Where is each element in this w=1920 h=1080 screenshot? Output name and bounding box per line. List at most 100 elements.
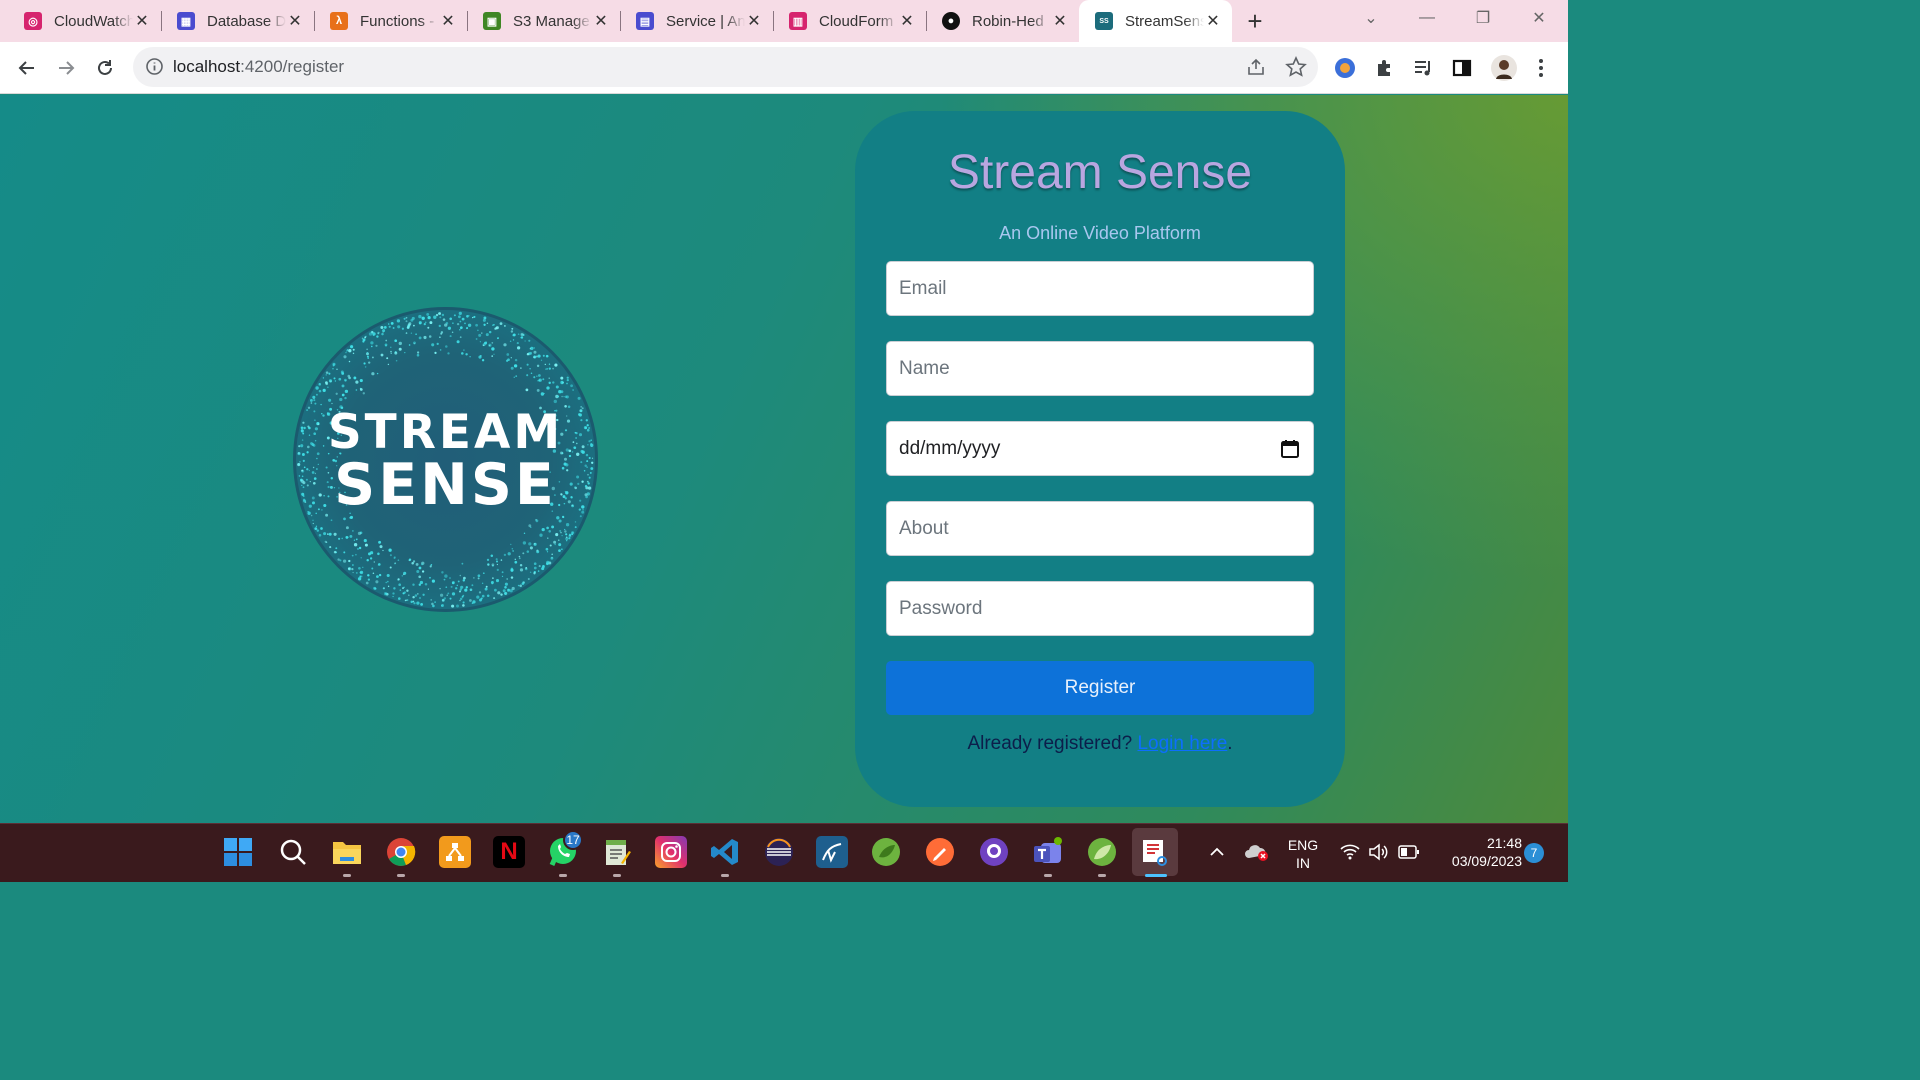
tab-service[interactable]: ▤ Service | An ✕ — [620, 0, 773, 42]
running-indicator — [721, 874, 729, 877]
side-panel-icon[interactable] — [1444, 50, 1480, 86]
running-indicator — [343, 874, 351, 877]
tab-s3[interactable]: ▣ S3 Manage ✕ — [467, 0, 620, 42]
window-close-icon[interactable]: ✕ — [1511, 0, 1567, 36]
tab-title: Database D — [207, 12, 286, 30]
tab-title: S3 Manage — [513, 12, 590, 30]
search-icon[interactable] — [277, 836, 309, 868]
register-button[interactable]: Register — [886, 661, 1314, 715]
spring-boot-icon[interactable] — [1086, 836, 1118, 868]
active-indicator — [1145, 874, 1167, 877]
password-field[interactable] — [886, 581, 1314, 636]
calendar-icon[interactable] — [1281, 439, 1299, 464]
date-value: dd/mm/yyyy — [899, 437, 1001, 459]
windows-start-icon[interactable] — [222, 836, 254, 868]
extension-shield-icon[interactable] — [1327, 50, 1363, 86]
tab-title: Functions - — [360, 12, 435, 30]
share-icon[interactable] — [1246, 57, 1266, 82]
tab-database[interactable]: ▦ Database D ✕ — [161, 0, 314, 42]
cloudformation-icon: ▥ — [789, 12, 807, 30]
language-indicator[interactable]: ENG IN — [1285, 836, 1321, 872]
close-icon[interactable]: ✕ — [133, 11, 151, 31]
bookmark-star-icon[interactable] — [1285, 56, 1307, 83]
about-field[interactable] — [886, 501, 1314, 556]
github-desktop-icon[interactable] — [978, 836, 1010, 868]
whatsapp-icon[interactable]: 17 — [547, 830, 583, 868]
tab-title: CloudForm — [819, 12, 894, 30]
instagram-icon[interactable] — [655, 836, 687, 868]
snipping-tool-icon[interactable] — [1139, 836, 1171, 868]
close-icon[interactable]: ✕ — [439, 11, 457, 31]
tab-title: StreamSens — [1125, 12, 1204, 30]
spring-tool-icon[interactable] — [870, 836, 902, 868]
close-icon[interactable]: ✕ — [1051, 11, 1069, 31]
drawio-icon[interactable] — [439, 836, 471, 868]
site-info-icon[interactable] — [145, 57, 164, 81]
name-field[interactable] — [886, 341, 1314, 396]
chrome-icon[interactable] — [385, 836, 417, 868]
vscode-icon[interactable] — [709, 836, 741, 868]
browser-toolbar: localhost:4200/register — [0, 42, 1568, 94]
minimize-icon[interactable]: — — [1399, 0, 1455, 36]
reload-icon[interactable] — [87, 50, 123, 86]
email-field[interactable] — [886, 261, 1314, 316]
chrome-menu-icon[interactable] — [1523, 50, 1559, 86]
forward-icon[interactable] — [48, 50, 84, 86]
logo-text-sense: SENSE — [334, 452, 557, 518]
battery-icon[interactable] — [1393, 836, 1425, 868]
register-card: Stream Sense An Online Video Platform dd… — [855, 111, 1345, 807]
volume-icon[interactable] — [1362, 836, 1394, 868]
restore-icon[interactable]: ❐ — [1455, 0, 1511, 36]
media-queue-icon[interactable] — [1405, 50, 1441, 86]
new-tab-button[interactable]: + — [1232, 0, 1278, 42]
clock-date: 03/09/2023 — [1451, 853, 1522, 869]
back-icon[interactable] — [9, 50, 45, 86]
show-hidden-icons-icon[interactable] — [1201, 836, 1233, 868]
streamsense-favicon: SS — [1095, 12, 1113, 30]
running-indicator — [613, 874, 621, 877]
windows-taskbar: N 17 ENG IN 21:48 03/09/2023 7 — [0, 823, 1568, 882]
address-bar[interactable]: localhost:4200/register — [133, 47, 1318, 87]
period: . — [1227, 733, 1233, 754]
postman-icon[interactable] — [924, 836, 956, 868]
notification-badge[interactable]: 7 — [1524, 843, 1544, 863]
teams-icon[interactable] — [1032, 836, 1064, 868]
tab-title: CloudWatch — [54, 12, 133, 30]
tab-cloudwatch[interactable]: ◎ CloudWatch ✕ — [8, 0, 161, 42]
netflix-icon[interactable]: N — [493, 836, 525, 868]
tab-github[interactable]: ● Robin-Hed ✕ — [926, 0, 1079, 42]
app-subtitle: An Online Video Platform — [999, 223, 1201, 243]
running-indicator — [1098, 874, 1106, 877]
close-icon[interactable]: ✕ — [1204, 11, 1222, 31]
onedrive-error-icon[interactable] — [1241, 836, 1273, 868]
file-explorer-icon[interactable] — [331, 836, 363, 868]
login-link[interactable]: Login here — [1137, 733, 1227, 754]
running-indicator — [559, 874, 567, 877]
close-icon[interactable]: ✕ — [592, 11, 610, 31]
mysql-workbench-icon[interactable] — [816, 836, 848, 868]
dob-date-field[interactable]: dd/mm/yyyy — [886, 421, 1314, 476]
lang-line1: ENG — [1287, 837, 1319, 853]
stream-sense-logo: STREAM SENSE — [293, 307, 598, 612]
lang-line2: IN — [1296, 855, 1310, 871]
extensions-puzzle-icon[interactable] — [1366, 50, 1402, 86]
eclipse-icon[interactable] — [763, 836, 795, 868]
tab-search-icon[interactable]: ⌄ — [1343, 0, 1399, 36]
profile-avatar[interactable] — [1486, 50, 1522, 86]
notepad-icon[interactable] — [601, 836, 633, 868]
already-registered-text: Already registered? — [967, 733, 1138, 754]
close-icon[interactable]: ✕ — [286, 11, 304, 31]
running-indicator — [397, 874, 405, 877]
github-icon: ● — [942, 12, 960, 30]
s3-icon: ▣ — [483, 12, 501, 30]
clock[interactable]: 21:48 03/09/2023 — [1432, 834, 1522, 870]
tab-functions[interactable]: λ Functions - ✕ — [314, 0, 467, 42]
tab-streamsense[interactable]: SS StreamSens ✕ — [1079, 0, 1232, 42]
whatsapp-badge: 17 — [563, 830, 583, 850]
url-path: :4200/register — [240, 57, 345, 76]
url-text: localhost:4200/register — [173, 57, 344, 77]
tab-cloudformation[interactable]: ▥ CloudForm ✕ — [773, 0, 926, 42]
running-indicator — [1044, 874, 1052, 877]
close-icon[interactable]: ✕ — [745, 11, 763, 31]
close-icon[interactable]: ✕ — [898, 11, 916, 31]
